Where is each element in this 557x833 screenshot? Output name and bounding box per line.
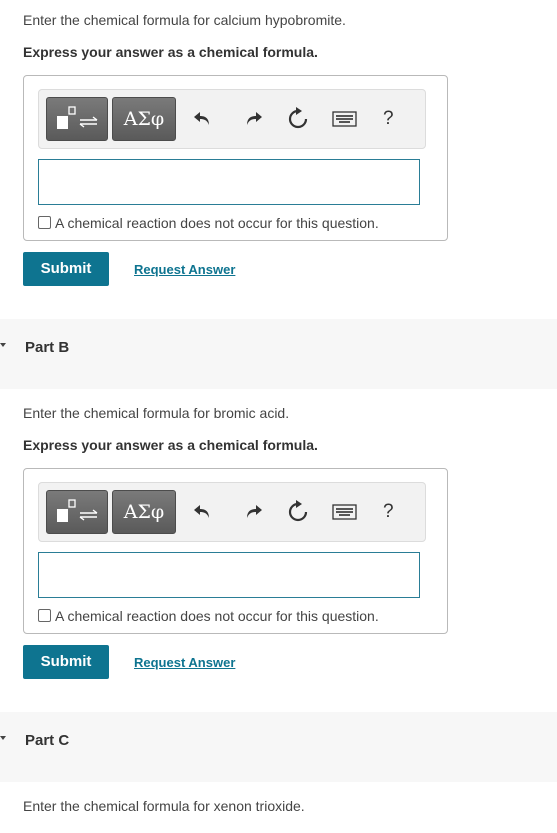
part-b-prompt: Enter the chemical formula for bromic ac… <box>23 405 290 421</box>
part-c-header[interactable]: Part C <box>0 712 557 782</box>
no-reaction-label: A chemical reaction does not occur for t… <box>55 608 379 624</box>
no-reaction-checkbox[interactable] <box>38 216 51 229</box>
part-a-submit-button[interactable]: Submit <box>23 252 109 286</box>
templates-icon <box>57 499 98 522</box>
undo-icon <box>194 112 209 125</box>
help-icon: ? <box>383 501 394 522</box>
redo-button[interactable] <box>241 106 267 132</box>
part-a-prompt: Enter the chemical formula for calcium h… <box>23 12 346 28</box>
help-button[interactable]: ? <box>383 106 394 132</box>
keyboard-icon <box>332 111 357 127</box>
help-icon: ? <box>383 108 394 129</box>
reset-icon <box>288 500 308 522</box>
part-b-request-answer-link[interactable]: Request Answer <box>134 655 235 670</box>
part-a-toolbar: ΑΣφ ? <box>38 89 426 149</box>
part-b-no-reaction[interactable]: A chemical reaction does not occur for t… <box>38 608 379 624</box>
part-c-prompt: Enter the chemical formula for xenon tri… <box>23 798 305 814</box>
redo-icon <box>247 112 262 125</box>
greek-symbols-button[interactable]: ΑΣφ <box>112 97 176 141</box>
greek-symbols-button[interactable]: ΑΣφ <box>112 490 176 534</box>
undo-button[interactable] <box>191 106 217 132</box>
undo-icon <box>194 505 209 518</box>
part-a-no-reaction[interactable]: A chemical reaction does not occur for t… <box>38 215 379 231</box>
part-b-instruction: Express your answer as a chemical formul… <box>23 437 318 453</box>
part-a-request-answer-link[interactable]: Request Answer <box>134 262 235 277</box>
caret-down-icon <box>0 343 6 347</box>
part-b-submit-button[interactable]: Submit <box>23 645 109 679</box>
reset-button[interactable] <box>285 106 311 132</box>
keyboard-button[interactable] <box>331 106 359 132</box>
part-b-header[interactable]: Part B <box>0 319 557 389</box>
reset-icon <box>288 107 308 129</box>
part-a-answer-input[interactable] <box>38 159 420 205</box>
part-a-instruction: Express your answer as a chemical formul… <box>23 44 318 60</box>
part-b-answer-box: ΑΣφ ? A chemical reaction does not occur… <box>23 468 448 634</box>
part-c-title: Part C <box>25 732 70 749</box>
templates-button[interactable] <box>46 490 108 534</box>
templates-icon <box>57 106 98 129</box>
redo-button[interactable] <box>241 499 267 525</box>
undo-button[interactable] <box>191 499 217 525</box>
caret-down-icon <box>0 736 6 740</box>
reset-button[interactable] <box>285 499 311 525</box>
help-button[interactable]: ? <box>383 499 394 525</box>
part-b-answer-input[interactable] <box>38 552 420 598</box>
no-reaction-label: A chemical reaction does not occur for t… <box>55 215 379 231</box>
part-b-toolbar: ΑΣφ ? <box>38 482 426 542</box>
keyboard-button[interactable] <box>331 499 359 525</box>
no-reaction-checkbox[interactable] <box>38 609 51 622</box>
part-b-title: Part B <box>25 339 70 356</box>
part-a-answer-box: ΑΣφ ? A chemical reaction does not occur… <box>23 75 448 241</box>
keyboard-icon <box>332 504 357 520</box>
templates-button[interactable] <box>46 97 108 141</box>
redo-icon <box>247 505 262 518</box>
